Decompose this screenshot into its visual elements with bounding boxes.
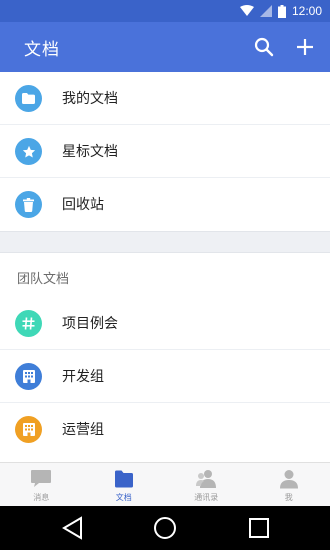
search-icon: [254, 37, 274, 57]
list-item-starred-docs[interactable]: 星标文档: [0, 125, 330, 178]
page-title: 文档: [24, 40, 60, 60]
recents-icon[interactable]: [246, 515, 272, 541]
chat-icon: [31, 470, 52, 487]
tab-label: 消息: [33, 493, 50, 502]
status-bar: 12:00: [0, 0, 330, 22]
list-item-dev-group[interactable]: 开发组: [0, 350, 330, 403]
signal-icon: [259, 5, 272, 17]
tab-label: 我: [284, 493, 293, 502]
search-button[interactable]: [251, 34, 277, 60]
list-item-label: 我的文档: [62, 91, 118, 107]
app-bar: 文档: [0, 22, 330, 72]
tab-label: 文档: [115, 493, 132, 502]
list-item-label: 项目例会: [62, 316, 118, 332]
home-icon[interactable]: [152, 515, 178, 541]
battery-icon: [277, 4, 286, 18]
list-item-label: 星标文档: [62, 144, 118, 160]
contacts-icon: [196, 470, 217, 488]
list-item-label: 开发组: [62, 369, 104, 385]
status-time: 12:00: [291, 4, 322, 18]
list-item-label: 运营组: [62, 422, 104, 438]
building-icon: [15, 416, 42, 443]
team-docs-list: 项目例会 开发组 运营组: [0, 297, 330, 456]
hash-icon: [15, 310, 42, 337]
list-item-label: 回收站: [62, 197, 104, 213]
bottom-tab-bar: 消息 文档 通讯录 我: [0, 462, 330, 506]
list-item-ops-group[interactable]: 运营组: [0, 403, 330, 456]
back-icon[interactable]: [60, 515, 86, 541]
folder-icon: [114, 470, 133, 488]
add-button[interactable]: [292, 34, 318, 60]
tab-label: 通讯录: [194, 493, 219, 502]
wifi-icon: [239, 5, 254, 16]
tab-messages[interactable]: 消息: [0, 463, 83, 506]
list-item-my-docs[interactable]: 我的文档: [0, 72, 330, 125]
team-docs-heading: 团队文档: [17, 272, 70, 287]
tab-me[interactable]: 我: [248, 463, 330, 506]
tab-contacts[interactable]: 通讯录: [165, 463, 248, 506]
my-docs-list: 我的文档 星标文档 回收站: [0, 72, 330, 231]
person-icon: [279, 470, 298, 489]
tab-documents[interactable]: 文档: [83, 463, 166, 506]
system-nav-bar: [0, 506, 330, 550]
list-item-recycle-bin[interactable]: 回收站: [0, 178, 330, 231]
folder-icon: [15, 85, 42, 112]
building-icon: [15, 363, 42, 390]
list-item-project-meeting[interactable]: 项目例会: [0, 297, 330, 350]
section-divider: [0, 231, 330, 253]
trash-icon: [15, 191, 42, 218]
plus-icon: [297, 39, 313, 55]
status-icons: 12:00: [239, 3, 322, 19]
star-icon: [15, 138, 42, 165]
